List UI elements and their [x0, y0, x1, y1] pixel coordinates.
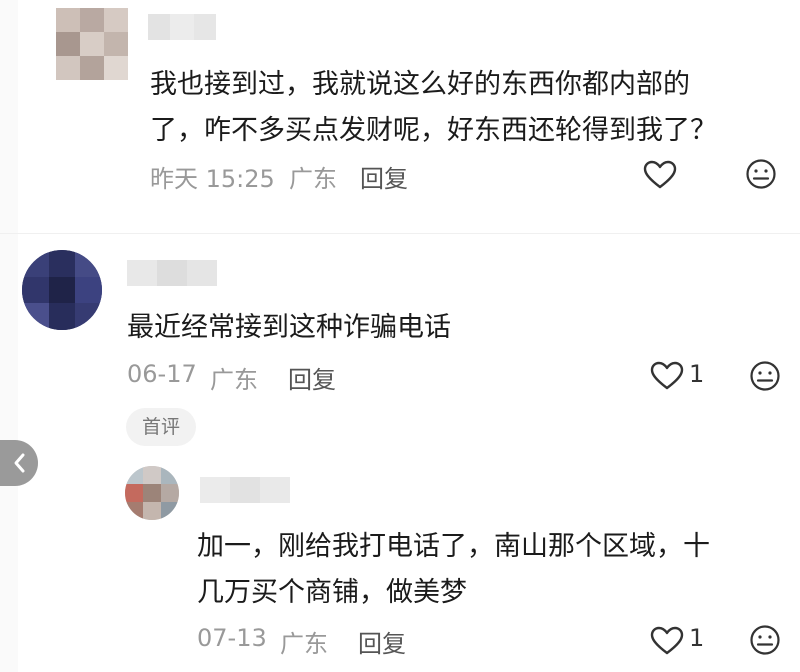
comment-location: 广东 [289, 165, 337, 193]
section-divider [0, 233, 800, 234]
comment-text-line: 几万买个商铺，做美梦 [197, 577, 467, 608]
first-comment-badge: 首评 [126, 408, 196, 446]
neutral-face-icon[interactable] [749, 624, 781, 660]
reply-button[interactable]: 回复 [360, 159, 408, 194]
comment-location: 广东 [210, 366, 258, 394]
heart-outline-icon[interactable] [643, 160, 677, 194]
comment-text-line: 了，咋不多买点发财呢，好东西还轮得到我了？ [150, 115, 717, 146]
username-blurred[interactable] [127, 260, 217, 286]
avatar[interactable] [56, 8, 128, 80]
reply-button[interactable]: 回复 [288, 360, 336, 395]
back-button[interactable] [0, 440, 38, 486]
comment-text-line: 加一，刚给我打电话了，南山那个区域，十 [197, 531, 710, 562]
comment-feed: 我也接到过，我就说这么好的东西你都内部的 了，咋不多买点发财呢，好东西还轮得到我… [0, 0, 800, 672]
comment-time: 06-17 [127, 360, 197, 388]
edge-strip [0, 0, 18, 672]
chevron-left-icon [12, 451, 26, 479]
reply-button[interactable]: 回复 [358, 624, 406, 659]
neutral-face-icon[interactable] [749, 360, 781, 396]
comment-location: 广东 [280, 630, 328, 658]
avatar[interactable] [125, 466, 179, 520]
heart-outline-icon[interactable] [650, 626, 684, 660]
comment-text-line: 我也接到过，我就说这么好的东西你都内部的 [150, 69, 690, 100]
neutral-face-icon[interactable] [745, 158, 777, 194]
heart-outline-icon[interactable] [650, 361, 684, 395]
like-count: 1 [689, 624, 705, 652]
comment-time: 07-13 [197, 624, 267, 652]
username-blurred[interactable] [200, 477, 290, 503]
avatar[interactable] [22, 250, 102, 330]
like-count: 1 [689, 360, 705, 388]
username-blurred[interactable] [148, 14, 216, 40]
comment-text-line: 最近经常接到这种诈骗电话 [127, 312, 451, 343]
comment-time: 昨天 15:25 [150, 165, 275, 193]
